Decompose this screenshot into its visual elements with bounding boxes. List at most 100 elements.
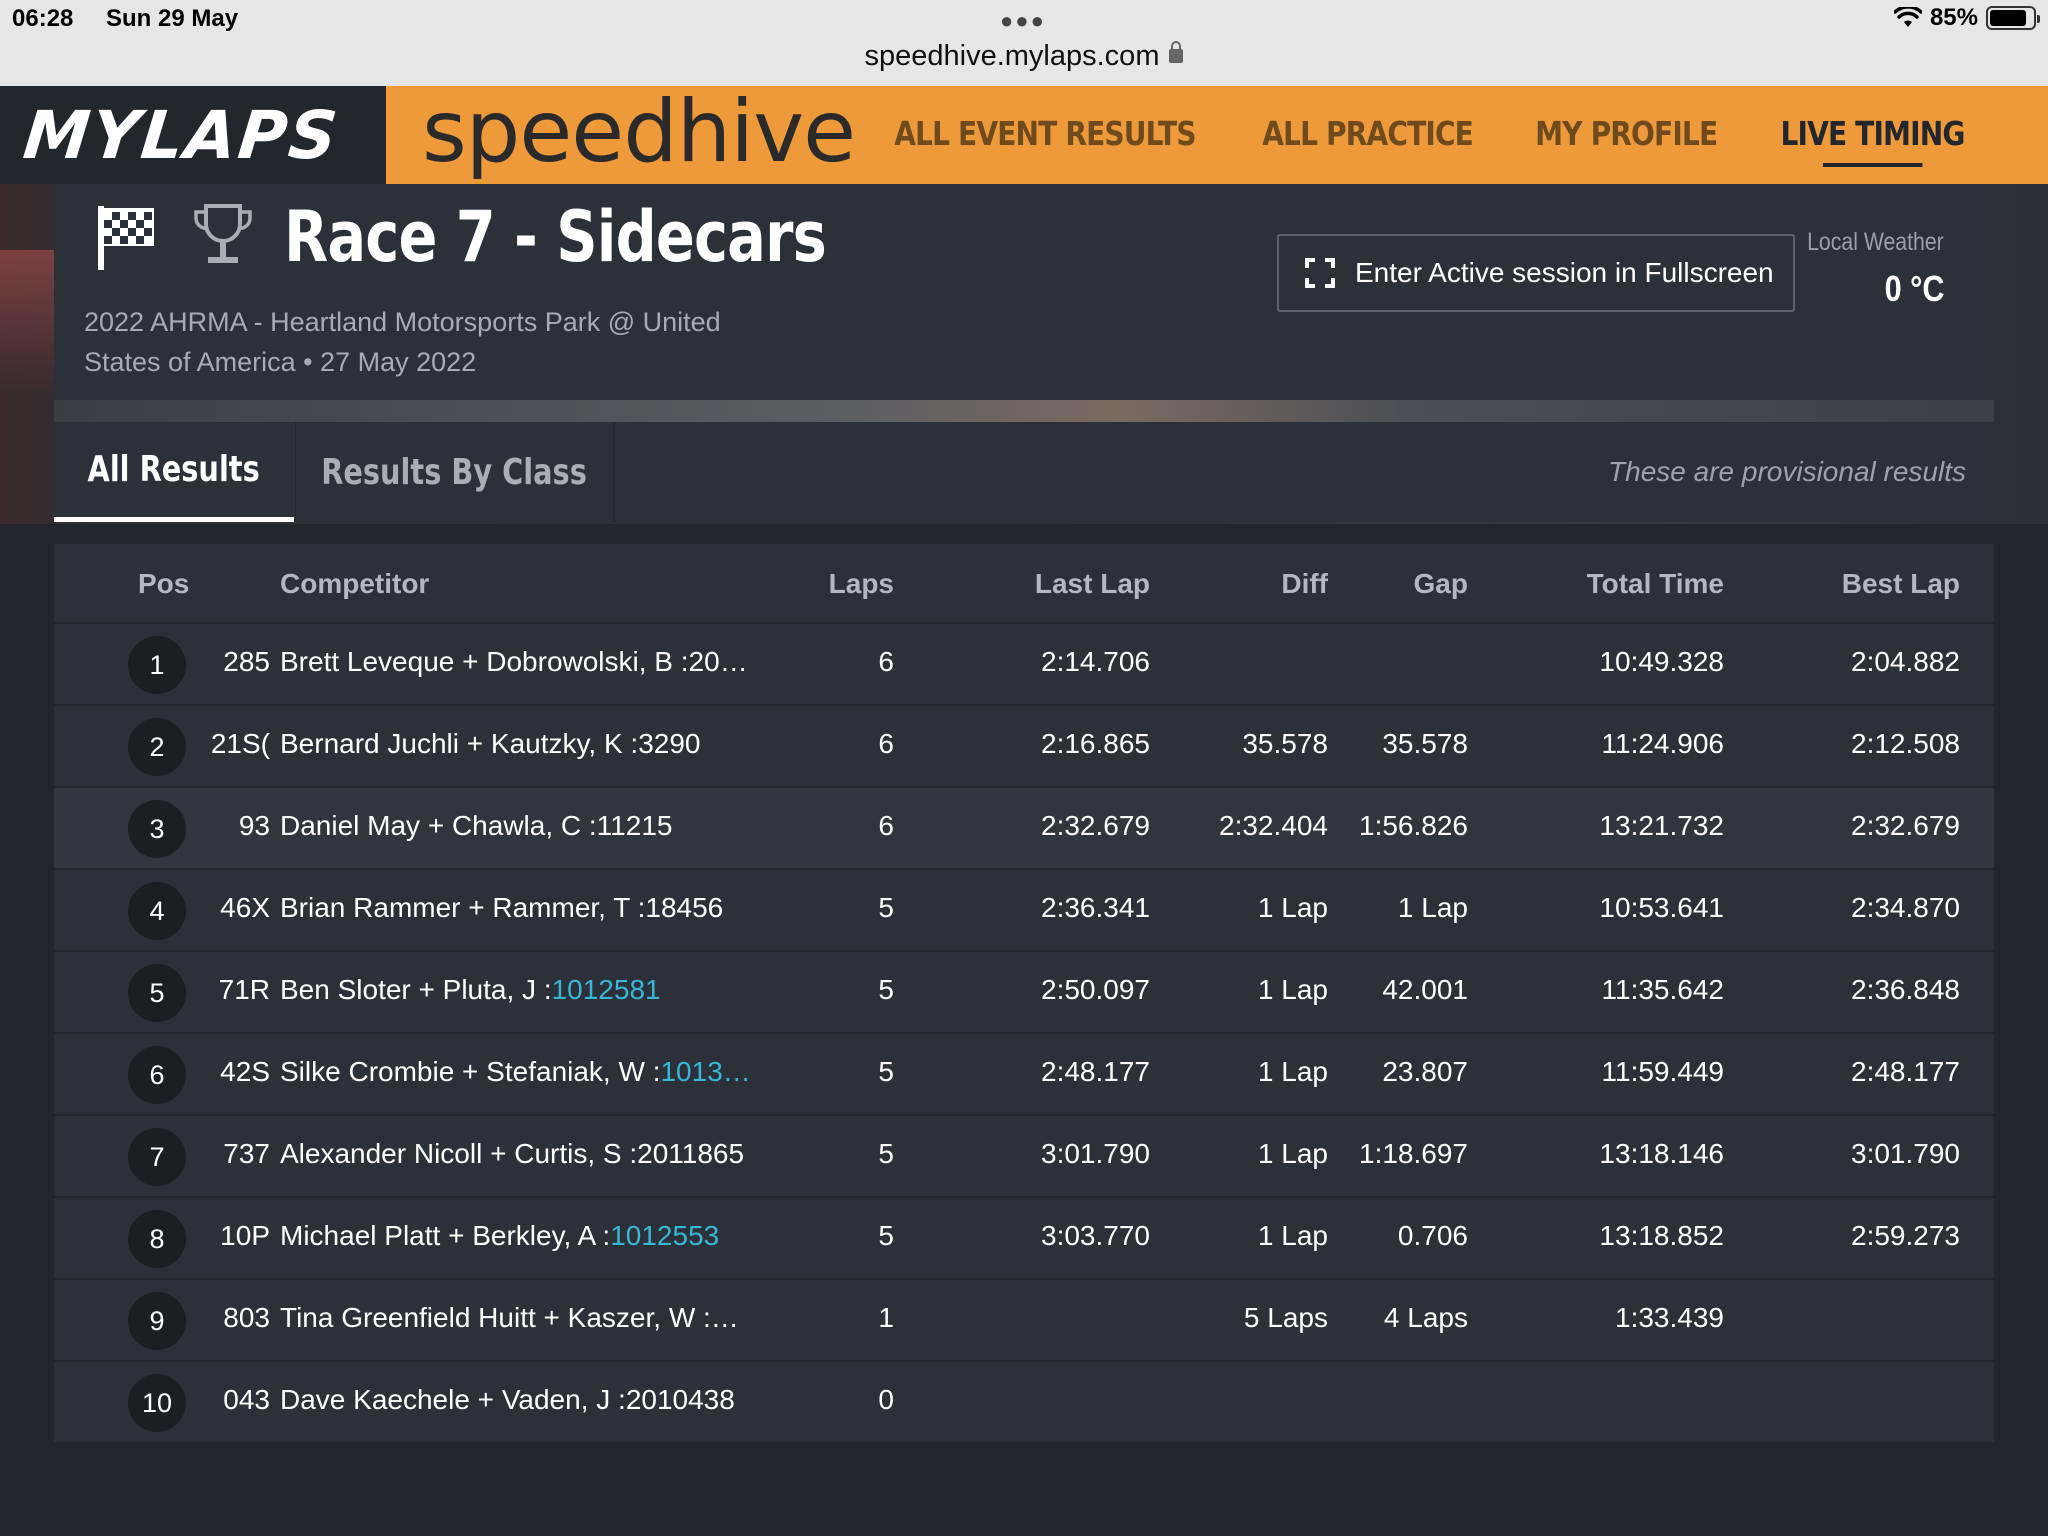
laps-cell: 0 <box>878 1384 894 1415</box>
fullscreen-button[interactable]: Enter Active session in Fullscreen <box>1277 234 1795 312</box>
table-row[interactable]: 10 043 Dave Kaechele + Vaden, J :2010438 0 <box>54 1362 1994 1444</box>
competitor-name-text: Daniel May + Chawla, C :11215 <box>280 810 673 841</box>
race-number: 71R <box>218 974 270 1005</box>
column-header-pos[interactable]: Pos <box>138 568 189 600</box>
table-row[interactable]: 9 803 Tina Greenfield Huitt + Kaszer, W :…… <box>54 1280 1994 1362</box>
table-row[interactable]: 5 71R Ben Sloter + Pluta, J :1012581 5 2:50.… <box>54 952 1994 1034</box>
best-lap-cell: 2:59.273 <box>1851 1220 1960 1251</box>
position-badge: 4 <box>128 882 186 940</box>
competitor-name[interactable]: Alexander Nicoll + Curtis, S :2011865 <box>280 1138 780 1170</box>
total-time-cell: 13:18.146 <box>1599 1138 1724 1169</box>
race-number: 93 <box>238 810 270 841</box>
competitor-name[interactable]: Dave Kaechele + Vaden, J :2010438 <box>280 1384 780 1416</box>
weather-label: Local Weather <box>1807 228 1944 256</box>
tab-results-by-class[interactable]: Results By Class <box>295 422 615 522</box>
best-lap-cell: 2:34.870 <box>1851 892 1960 923</box>
column-header-competitor[interactable]: Competitor <box>280 568 429 600</box>
more-dots-icon[interactable]: ●●● <box>1000 8 1046 34</box>
competitor-name[interactable]: Bernard Juchli + Kautzky, K :3290 <box>280 728 780 760</box>
last-lap-cell: 2:48.177 <box>1041 1056 1150 1087</box>
best-lap-cell: 2:48.177 <box>1851 1056 1960 1087</box>
last-lap-cell: 3:01.790 <box>1041 1138 1150 1169</box>
table-row[interactable]: 7 737 Alexander Nicoll + Curtis, S :201186… <box>54 1116 1994 1198</box>
table-row[interactable]: 8 10P Michael Platt + Berkley, A :1012553 5… <box>54 1198 1994 1280</box>
gap-cell: 4 Laps <box>1383 1302 1468 1333</box>
column-header-gap[interactable]: Gap <box>1334 568 1468 600</box>
mylaps-logo[interactable]: MYLAPS <box>0 86 386 184</box>
laps-cell: 5 <box>878 1220 894 1251</box>
nav-live-timing[interactable]: LIVE TIMING <box>1780 114 1965 167</box>
diff-cell: 1 Lap <box>1257 1220 1328 1251</box>
race-number: 043 <box>223 1384 270 1415</box>
competitor-name-text: Ben Sloter + Pluta, J : <box>280 974 552 1005</box>
position-badge: 9 <box>128 1292 186 1350</box>
diff-cell: 35.578 <box>1242 728 1328 759</box>
column-header-best-lap[interactable]: Best Lap <box>1734 568 1960 600</box>
nav-my-profile[interactable]: MY PROFILE <box>1535 114 1718 167</box>
best-lap-cell: 2:12.508 <box>1851 728 1960 759</box>
competitor-link[interactable]: 1012553 <box>610 1220 719 1251</box>
race-number: 803 <box>223 1302 270 1333</box>
competitor-name-text: Brian Rammer + Rammer, T :18456 <box>280 892 724 923</box>
laps-cell: 6 <box>878 810 894 841</box>
results-tabs: All Results Results By Class These are p… <box>54 422 1994 522</box>
event-subtitle: 2022 AHRMA - Heartland Motorsports Park … <box>84 302 804 382</box>
expand-icon <box>1305 258 1335 288</box>
background-photo-edge <box>0 250 54 390</box>
nav-all-practice[interactable]: ALL PRACTICE <box>1262 114 1474 167</box>
diff-cell: 5 Laps <box>1243 1302 1328 1333</box>
table-row[interactable]: 1 285 Brett Leveque + Dobrowolski, B :20… 6… <box>54 624 1994 706</box>
position-badge: 7 <box>128 1128 186 1186</box>
table-row[interactable]: 6 42S Silke Crombie + Stefaniak, W :1013… 5… <box>54 1034 1994 1116</box>
address-bar[interactable]: speedhive.mylaps.com <box>0 40 2048 73</box>
competitor-name[interactable]: Brett Leveque + Dobrowolski, B :20… <box>280 646 780 678</box>
table-row[interactable]: 4 46X Brian Rammer + Rammer, T :18456 5 2:36… <box>54 870 1994 952</box>
competitor-name[interactable]: Tina Greenfield Huitt + Kaszer, W :… <box>280 1302 780 1334</box>
column-header-laps[interactable]: Laps <box>794 568 894 600</box>
site-header: MYLAPS speedhive ALL EVENT RESULTS ALL P… <box>0 86 2048 184</box>
provisional-note: These are provisional results <box>1608 456 1966 487</box>
last-lap-cell: 2:36.341 <box>1041 892 1150 923</box>
table-header: Pos Competitor Laps Last Lap Diff Gap To… <box>54 544 1994 624</box>
competitor-name[interactable]: Michael Platt + Berkley, A :1012553 <box>280 1220 780 1252</box>
competitor-name[interactable]: Ben Sloter + Pluta, J :1012581 <box>280 974 780 1006</box>
battery-percent: 85% <box>1929 4 1978 31</box>
gap-cell: 1 Lap <box>1397 892 1468 923</box>
column-header-total-time[interactable]: Total Time <box>1494 568 1724 600</box>
diff-cell: 1 Lap <box>1257 1138 1328 1169</box>
weather-temperature: 0 °C <box>1884 268 1944 309</box>
competitor-name[interactable]: Daniel May + Chawla, C :11215 <box>280 810 780 842</box>
battery-fill <box>1990 10 2026 26</box>
last-lap-cell: 2:32.679 <box>1041 810 1150 841</box>
competitor-name[interactable]: Brian Rammer + Rammer, T :18456 <box>280 892 780 924</box>
competitor-name[interactable]: Silke Crombie + Stefaniak, W :1013… <box>280 1056 780 1088</box>
nav-all-event-results[interactable]: ALL EVENT RESULTS <box>894 114 1196 167</box>
race-number: 42S <box>220 1056 270 1087</box>
competitor-link[interactable]: 1013… <box>660 1056 750 1087</box>
fullscreen-button-label: Enter Active session in Fullscreen <box>1355 257 1774 288</box>
diff-cell: 1 Lap <box>1257 1056 1328 1087</box>
total-time-cell: 1:33.439 <box>1615 1302 1724 1333</box>
checkered-flag-icon <box>98 206 154 270</box>
competitor-link[interactable]: 1012581 <box>552 974 661 1005</box>
column-header-diff[interactable]: Diff <box>1164 568 1328 600</box>
gap-cell: 1:18.697 <box>1359 1138 1468 1169</box>
tab-results-by-class-label: Results By Class <box>321 451 588 493</box>
column-header-last-lap[interactable]: Last Lap <box>954 568 1150 600</box>
speedhive-logo[interactable]: speedhive <box>422 86 856 178</box>
url-text: speedhive.mylaps.com <box>864 40 1160 72</box>
gap-cell: 0.706 <box>1397 1220 1468 1251</box>
table-row[interactable]: 3 93 Daniel May + Chawla, C :11215 6 2:32.67… <box>54 788 1994 870</box>
race-number: 737 <box>223 1138 270 1169</box>
event-header: Race 7 - Sidecars 2022 AHRMA - Heartland… <box>54 184 1994 400</box>
competitor-name-text: Silke Crombie + Stefaniak, W : <box>280 1056 661 1087</box>
gap-cell: 1:56.826 <box>1359 810 1468 841</box>
total-time-cell: 13:21.732 <box>1599 810 1724 841</box>
table-body: 1 285 Brett Leveque + Dobrowolski, B :20… 6… <box>54 624 1994 1444</box>
gap-cell: 42.001 <box>1382 974 1468 1005</box>
competitor-name-text: Bernard Juchli + Kautzky, K :3290 <box>280 728 701 759</box>
status-bar: 06:28 Sun 29 May ●●● speedhive.mylaps.co… <box>0 0 2048 86</box>
tab-all-results[interactable]: All Results <box>54 422 294 522</box>
laps-cell: 6 <box>878 646 894 677</box>
table-row[interactable]: 2 21S(Bernard Juchli + Kautzky, K :3290 6 2… <box>54 706 1994 788</box>
